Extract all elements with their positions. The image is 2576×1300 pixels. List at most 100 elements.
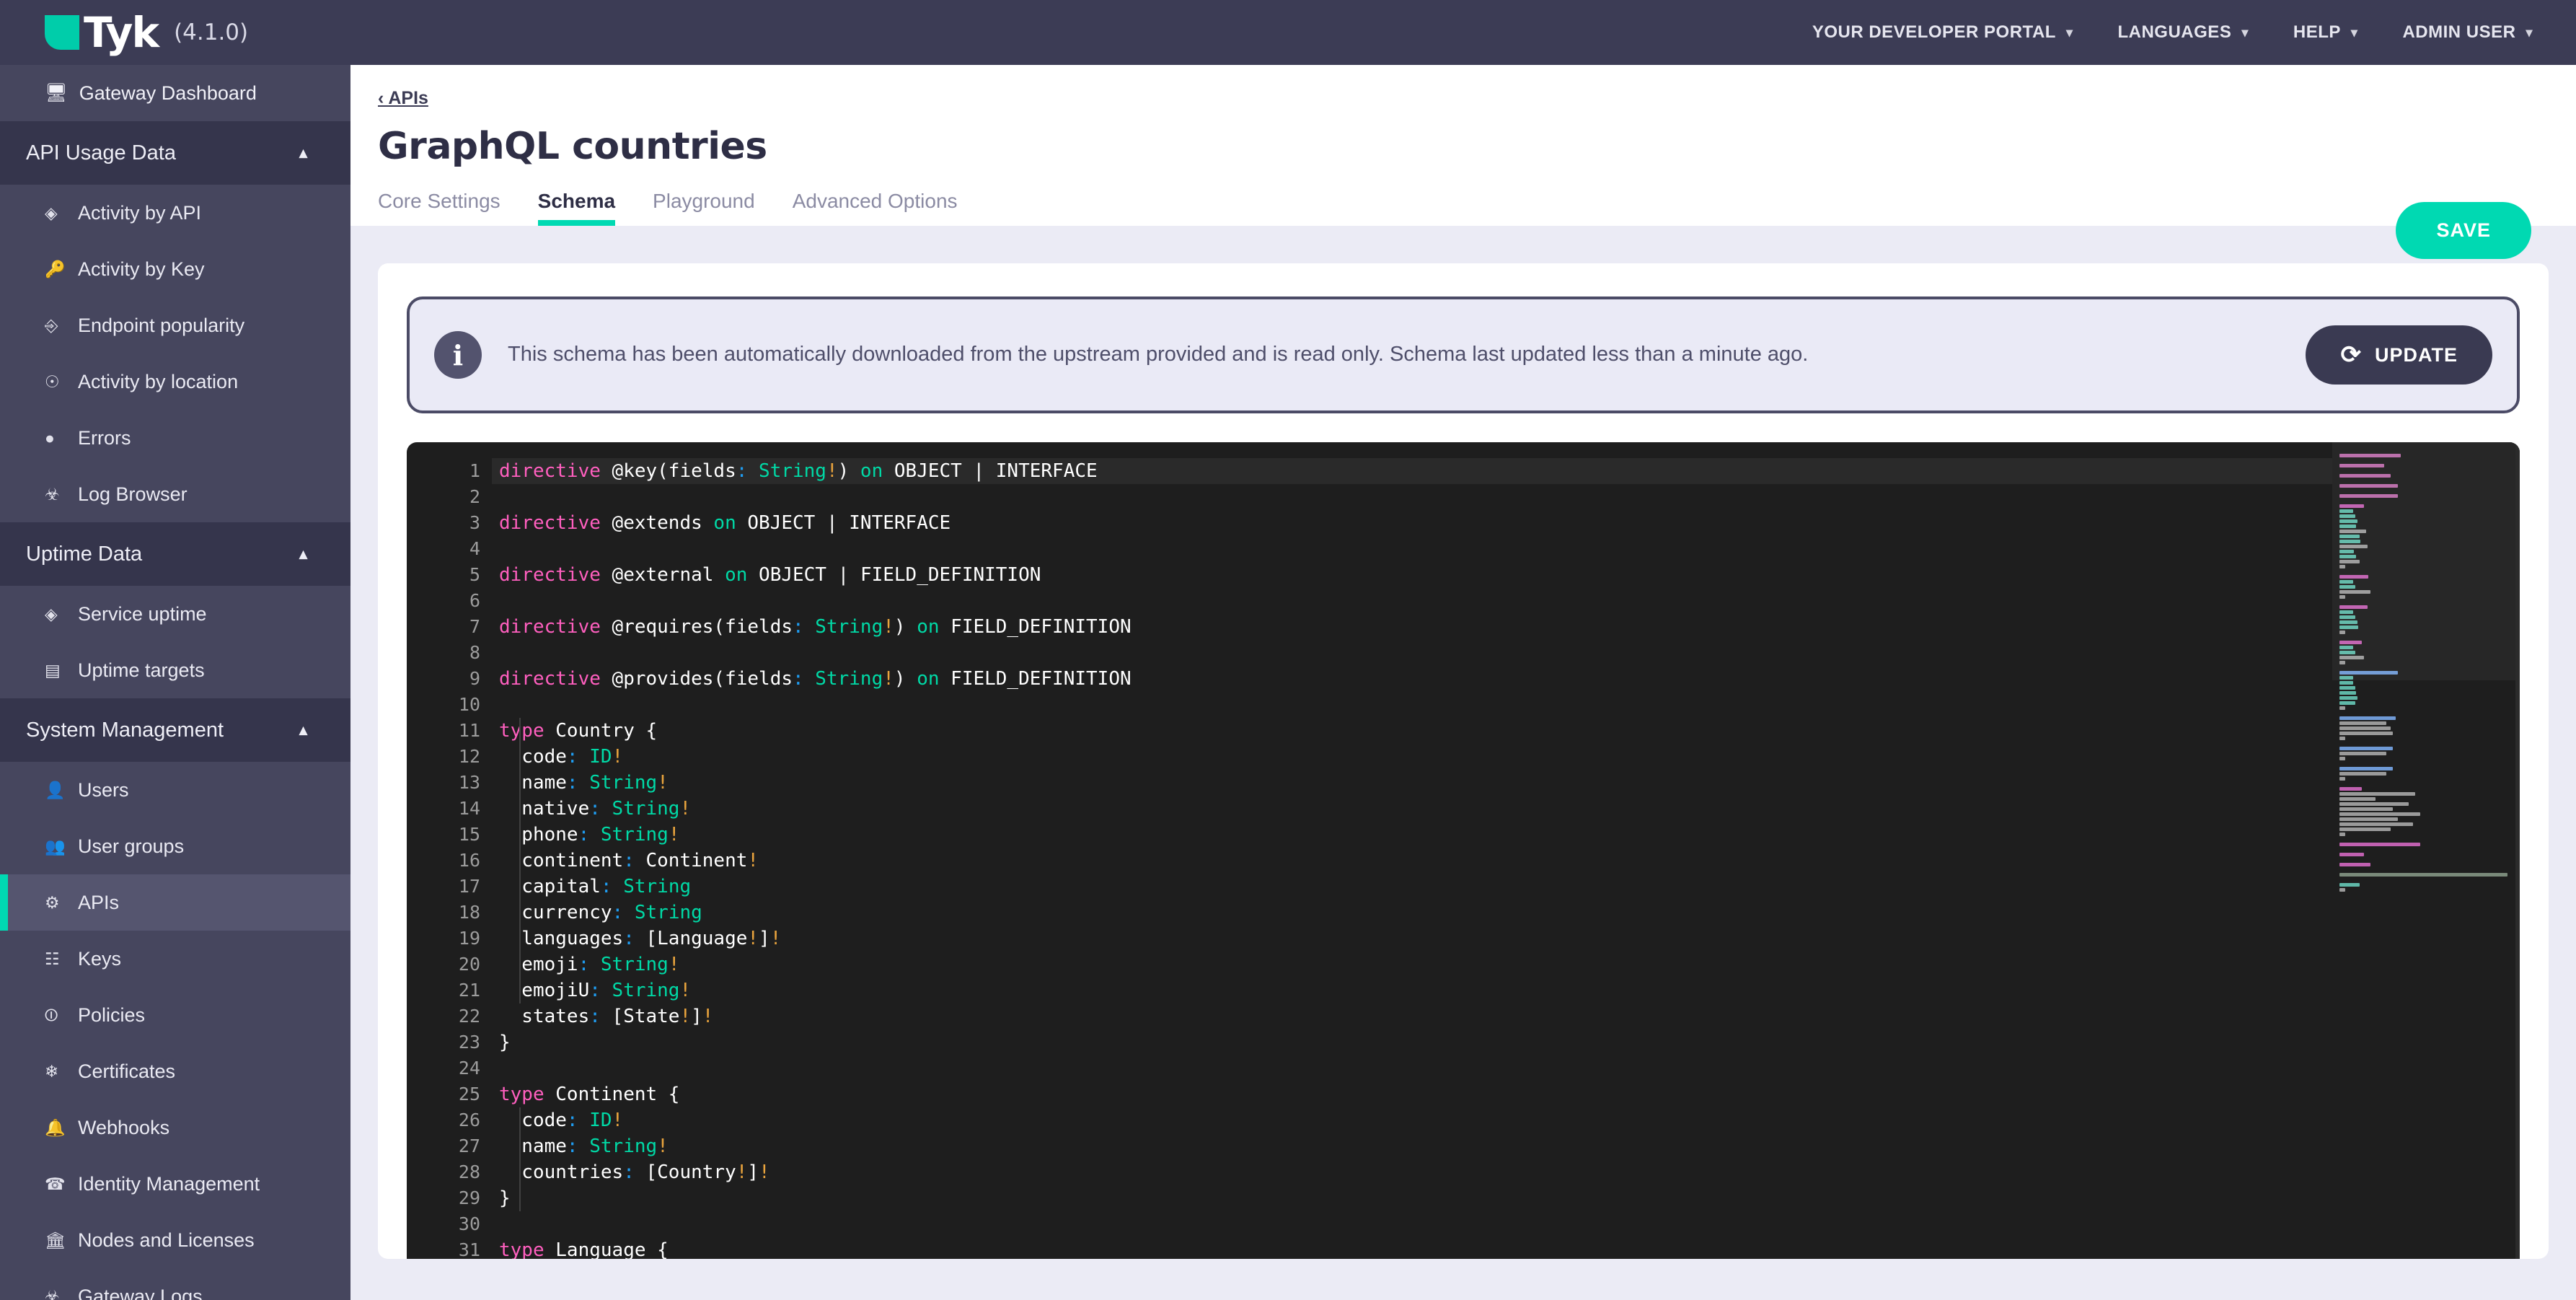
editor-minimap[interactable]	[2332, 442, 2520, 1259]
save-button[interactable]: SAVE	[2396, 202, 2531, 259]
code-token: :	[600, 876, 612, 897]
minimap-line	[2339, 812, 2420, 816]
sidebar-item-service-uptime[interactable]: ◈ Service uptime	[0, 586, 350, 642]
code-line: phone: String!	[492, 822, 2520, 848]
code-token: :	[793, 616, 804, 638]
sidebar-item-identity-management[interactable]: ☎ Identity Management	[0, 1156, 350, 1212]
sidebar-item-uptime-targets[interactable]: ▤ Uptime targets	[0, 642, 350, 698]
topnav-item-languages[interactable]: LANGUAGES ▾	[2117, 22, 2248, 43]
topnav-item-help[interactable]: HELP ▾	[2293, 22, 2358, 43]
update-button[interactable]: ⟳ UPDATE	[2306, 325, 2492, 385]
brand-logo[interactable]: Tyk (4.1.0)	[45, 12, 248, 53]
phone-icon: ☎	[45, 1174, 66, 1193]
line-number: 4	[469, 538, 480, 559]
code-token: code	[499, 1110, 567, 1131]
sidebar-group-uptime-data[interactable]: Uptime Data ▴	[0, 522, 350, 586]
code-token: Continent {	[544, 1084, 680, 1105]
code-token: :	[589, 1006, 601, 1027]
code-token: type	[499, 1239, 544, 1259]
topnav-item-admin-user[interactable]: ADMIN USER ▾	[2402, 22, 2533, 43]
sidebar-item-activity-by-api[interactable]: ◈ Activity by API	[0, 185, 350, 241]
code-token: String	[578, 1136, 658, 1157]
sidebar-item-apis[interactable]: ⚙ APIs	[0, 874, 350, 931]
code-token: String	[600, 798, 680, 820]
sidebar-item-errors[interactable]: ● Errors	[0, 410, 350, 466]
code-token: )	[894, 668, 906, 690]
sidebar-item-certificates[interactable]: ❄ Certificates	[0, 1043, 350, 1099]
code-line: name: String!	[492, 770, 2520, 796]
sidebar-item-keys[interactable]: ☷ Keys	[0, 931, 350, 987]
top-bar: Tyk (4.1.0) YOUR DEVELOPER PORTAL ▾ LANG…	[0, 0, 2576, 65]
sidebar-group-api-usage-data[interactable]: API Usage Data ▴	[0, 121, 350, 185]
sidebar-item-users[interactable]: 👤 Users	[0, 762, 350, 818]
sidebar-item-label: Keys	[78, 947, 122, 970]
sidebar-item-label: Service uptime	[78, 602, 207, 625]
tab-playground[interactable]: Playground	[653, 190, 755, 226]
tab-core-settings[interactable]: Core Settings	[378, 190, 500, 226]
sidebar-item-policies[interactable]: ⏼ Policies	[0, 987, 350, 1043]
indent-guide	[519, 718, 521, 1003]
editor-code-area[interactable]: directive @key(fields: String!) on OBJEC…	[492, 442, 2520, 1259]
sidebar-item-endpoint-popularity[interactable]: ⎆ Endpoint popularity	[0, 297, 350, 353]
minimap-line	[2339, 822, 2414, 826]
code-token: !	[679, 980, 692, 1001]
update-button-label: UPDATE	[2374, 343, 2458, 366]
code-line: continent: Continent!	[492, 848, 2520, 874]
sidebar-group-system-management[interactable]: System Management ▴	[0, 698, 350, 762]
sidebar-item-activity-by-key[interactable]: 🔑 Activity by Key	[0, 241, 350, 297]
minimap-line	[2339, 691, 2357, 695]
key-icon: 🔑	[45, 259, 66, 278]
schema-code-editor[interactable]: 1 2 3 4 5 6 7 8 9 10 11 12 13 14 15 16 17 18 19 20 21 22 23 24 2…	[407, 442, 2520, 1259]
tab-schema[interactable]: Schema	[537, 190, 616, 226]
minimap-viewport-slider[interactable]	[2332, 442, 2520, 680]
code-token: :	[566, 1110, 578, 1131]
bug-icon: ☣	[45, 1286, 60, 1300]
code-token: String	[600, 980, 680, 1001]
code-line: }	[492, 1029, 2520, 1055]
minimap-line	[2339, 817, 2398, 821]
tab-advanced-options[interactable]: Advanced Options	[793, 190, 958, 226]
code-token: phone	[499, 824, 578, 846]
code-token: String	[589, 954, 669, 975]
minimap-line	[2339, 721, 2387, 725]
code-token: on	[702, 512, 736, 534]
code-token: states	[499, 1006, 590, 1027]
bell-icon: 🔔	[45, 1117, 66, 1137]
topnav-label: YOUR DEVELOPER PORTAL	[1812, 22, 2056, 42]
sidebar-item-user-groups[interactable]: 👥 User groups	[0, 818, 350, 874]
sidebar-group-label: API Usage Data	[26, 141, 176, 164]
line-number: 17	[458, 876, 480, 897]
code-line: directive @extends on OBJECT | INTERFACE	[492, 510, 2520, 536]
line-number: 16	[458, 850, 480, 871]
breadcrumb-apis-link[interactable]: ‹ APIs	[378, 88, 428, 109]
sidebar-item-gateway-dashboard[interactable]: 🖥 Gateway Dashboard	[0, 65, 350, 121]
code-line: name: String!	[492, 1133, 2520, 1159]
sidebar-item-activity-by-location[interactable]: ☉ Activity by location	[0, 353, 350, 410]
sidebar-item-gateway-logs[interactable]: ☣ Gateway Logs	[0, 1268, 350, 1300]
minimap-line	[2339, 732, 2394, 735]
sidebar-item-label: Uptime targets	[78, 659, 205, 681]
editor-scrollbar[interactable]	[2515, 442, 2520, 1259]
sidebar-item-webhooks[interactable]: 🔔 Webhooks	[0, 1099, 350, 1156]
code-token: @extends	[600, 512, 702, 534]
sidebar-item-log-browser[interactable]: ☣ Log Browser	[0, 466, 350, 522]
code-token: !	[747, 850, 759, 871]
line-number: 26	[458, 1110, 480, 1130]
code-token: !	[736, 1161, 748, 1183]
code-token: !	[657, 1136, 669, 1157]
code-token: !	[679, 798, 692, 820]
code-token: countries	[499, 1161, 624, 1183]
topnav-item-developer-portal[interactable]: YOUR DEVELOPER PORTAL ▾	[1812, 22, 2073, 43]
sidebar: 🖥 Gateway Dashboard API Usage Data ▴ ◈ A…	[0, 65, 350, 1300]
minimap-line	[2339, 696, 2357, 700]
line-number: 7	[469, 616, 480, 637]
line-number: 15	[458, 824, 480, 845]
minimap-line	[2339, 752, 2387, 755]
minimap-line	[2339, 777, 2345, 781]
sidebar-item-nodes-and-licenses[interactable]: 🏛 Nodes and Licenses	[0, 1212, 350, 1268]
code-token: name	[499, 772, 567, 794]
sidebar-item-label: Gateway Logs	[78, 1285, 203, 1300]
tab-bar: Core Settings Schema Playground Advanced…	[378, 190, 2576, 226]
line-number: 21	[458, 980, 480, 1001]
